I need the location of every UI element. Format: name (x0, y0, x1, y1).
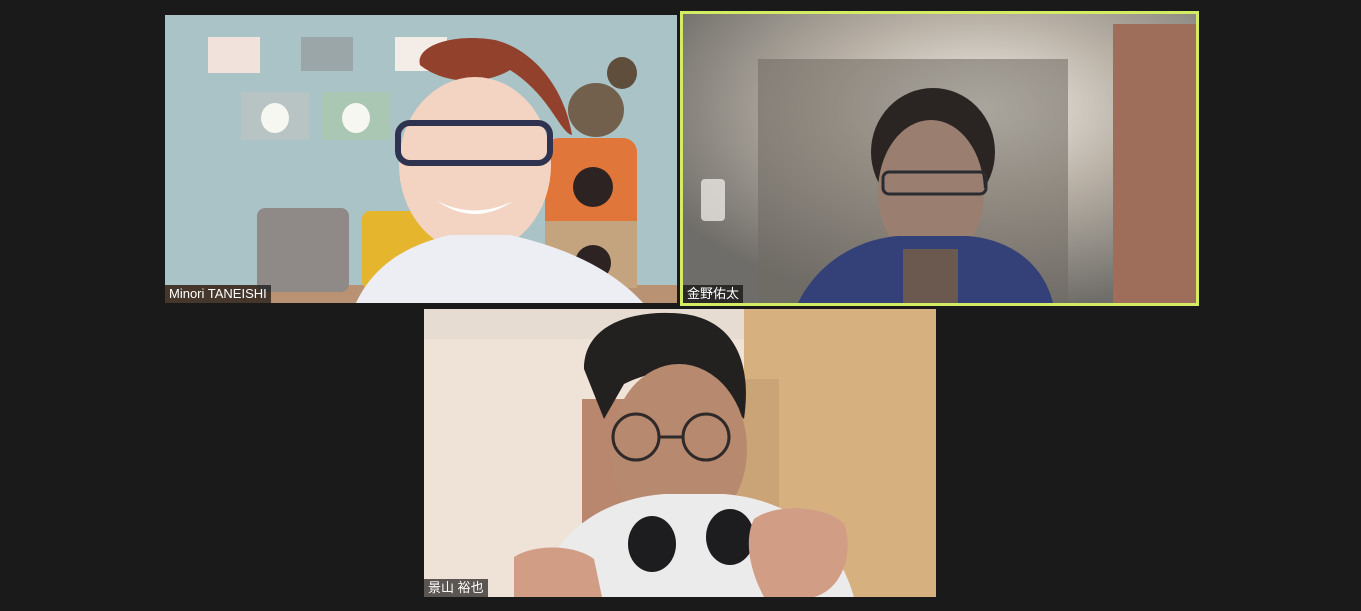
participant-name-label: 景山 裕也 (424, 579, 488, 597)
video-tile-kageyama[interactable]: 景山 裕也 (424, 309, 936, 597)
video-tile-minori[interactable]: Minori TANEISHI (165, 15, 677, 303)
participant-name-label: 金野佑太 (683, 285, 744, 303)
video-tile-kanno[interactable]: 金野佑太 (683, 14, 1196, 303)
video-feed (424, 309, 936, 597)
participant-name-label: Minori TANEISHI (165, 285, 271, 303)
video-feed (683, 14, 1196, 303)
video-feed (165, 15, 677, 303)
